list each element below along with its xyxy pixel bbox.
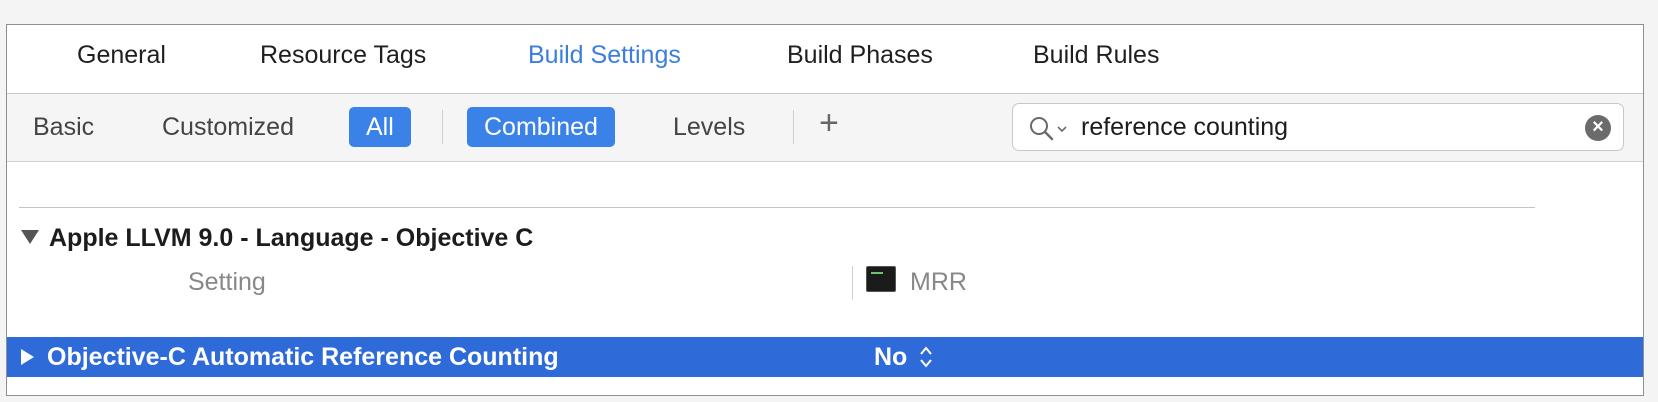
- search-icon[interactable]: [1029, 116, 1055, 142]
- setting-row[interactable]: Objective-C Automatic Reference Counting…: [7, 337, 1643, 377]
- filter-bar: Basic Customized All Combined Levels + ×: [7, 94, 1643, 162]
- disclosure-triangle-down-icon[interactable]: [21, 230, 39, 244]
- search-field[interactable]: ×: [1012, 103, 1624, 151]
- filter-separator: [442, 110, 443, 144]
- tab-build-phases[interactable]: Build Phases: [787, 41, 933, 70]
- filter-customized[interactable]: Customized: [162, 107, 294, 147]
- tab-general[interactable]: General: [77, 41, 166, 70]
- column-header-target: MRR: [910, 268, 967, 296]
- clear-search-icon[interactable]: ×: [1585, 115, 1611, 141]
- disclosure-triangle-right-icon[interactable]: [21, 349, 34, 365]
- filter-all[interactable]: All: [349, 107, 411, 147]
- editor-window: General Resource Tags Build Settings Bui…: [6, 24, 1644, 396]
- tab-resource-tags[interactable]: Resource Tags: [260, 41, 426, 70]
- filter-separator: [793, 110, 794, 144]
- terminal-target-icon: [866, 266, 896, 292]
- section-title: Apple LLVM 9.0 - Language - Objective C: [49, 224, 534, 252]
- column-header-setting: Setting: [188, 268, 266, 296]
- tab-build-rules[interactable]: Build Rules: [1033, 41, 1159, 70]
- setting-name: Objective-C Automatic Reference Counting: [47, 343, 559, 371]
- filter-basic[interactable]: Basic: [33, 107, 94, 147]
- section-divider: [19, 207, 1535, 208]
- filter-levels[interactable]: Levels: [673, 107, 745, 147]
- search-input[interactable]: [1081, 110, 1561, 144]
- section-header[interactable]: Apple LLVM 9.0 - Language - Objective C: [21, 224, 533, 253]
- filter-combined[interactable]: Combined: [467, 107, 615, 147]
- settings-content: Apple LLVM 9.0 - Language - Objective C …: [7, 162, 1643, 395]
- setting-value[interactable]: No: [874, 343, 907, 372]
- add-setting-button[interactable]: +: [819, 104, 839, 143]
- chevron-down-icon[interactable]: [1057, 126, 1067, 133]
- column-separator: [852, 266, 853, 300]
- tab-build-settings[interactable]: Build Settings: [528, 41, 681, 70]
- popup-stepper-icon[interactable]: [918, 345, 934, 369]
- tab-bar: General Resource Tags Build Settings Bui…: [7, 25, 1643, 94]
